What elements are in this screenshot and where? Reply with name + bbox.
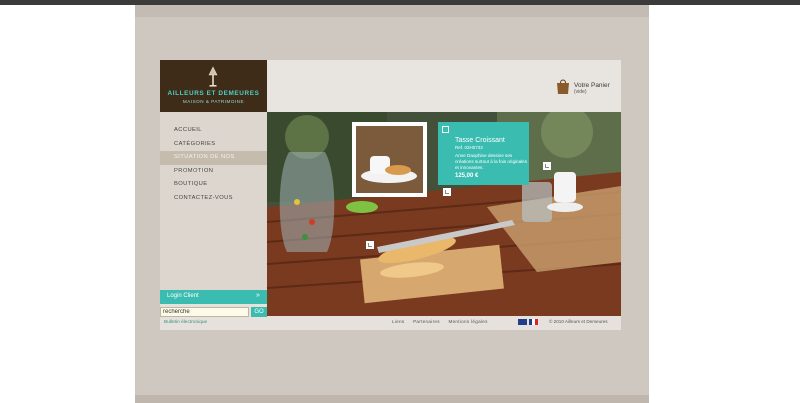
page-frame-top: [135, 5, 649, 17]
product-popup[interactable]: Tasse Croissant Ref. 02H0733 Anne Dauphi…: [438, 122, 529, 185]
footer-link-mentions[interactable]: Mentions légales: [448, 319, 487, 324]
menu-item-contact[interactable]: CONTACTEZ-VOUS: [160, 192, 267, 206]
login-button[interactable]: Login Client »: [160, 290, 267, 304]
menu-item-promotion[interactable]: PROMOTION: [160, 165, 267, 179]
footer-link-partenaires[interactable]: Partenaires: [413, 319, 440, 324]
hotspot-marker[interactable]: [443, 188, 451, 196]
shopping-bag-icon[interactable]: [556, 78, 570, 94]
footer-links: Liens Partenaires Mentions légales: [392, 319, 495, 324]
brand-name: AILLEURS ET DEMEURES: [167, 90, 260, 97]
chevron-right-icon: »: [256, 292, 260, 299]
product-reference: Ref. 02H0733: [455, 145, 483, 150]
menu-item-categories[interactable]: CATÉGORIES: [160, 138, 267, 152]
newsletter-link[interactable]: Bulletin électronique: [164, 320, 207, 325]
menu-item-boutique[interactable]: BOUTIQUE: [160, 178, 267, 192]
product-title: Tasse Croissant: [455, 137, 505, 144]
cart-title[interactable]: Votre Panier: [574, 82, 610, 89]
page-frame-bottom: [135, 395, 649, 403]
site-logo[interactable]: AILLEURS ET DEMEURES MAISON & PATRIMOINE: [160, 60, 267, 112]
lamp-icon: [208, 66, 218, 87]
search-button[interactable]: GO: [251, 307, 267, 317]
copyright-text: © 2010 Ailleurs et Demeures: [549, 319, 608, 324]
login-label: Login Client: [167, 293, 199, 299]
product-focus-frame[interactable]: [352, 122, 427, 197]
french-flag-icon[interactable]: [529, 319, 538, 325]
product-price: 125,00 €: [455, 173, 479, 179]
footer-link-liens[interactable]: Liens: [392, 319, 404, 324]
hotspot-marker[interactable]: [366, 241, 374, 249]
search-input[interactable]: [160, 307, 249, 317]
main-menu: ACCUEIL CATÉGORIES SITUATION DE NOS BURE…: [160, 124, 267, 205]
hotspot-marker[interactable]: [543, 162, 551, 170]
menu-item-situation[interactable]: SITUATION DE NOS BUREAUX: [160, 151, 267, 174]
brand-tagline: MAISON & PATRIMOINE: [182, 99, 245, 104]
popup-corner-icon: [442, 126, 449, 133]
menu-item-accueil[interactable]: ACCUEIL: [160, 124, 267, 138]
product-thumbnail: [356, 126, 423, 193]
english-flag-icon[interactable]: [518, 319, 527, 325]
cart-status: (vide): [574, 89, 587, 95]
product-description: Anne Dauphine dessine ses créations surt…: [455, 153, 528, 170]
